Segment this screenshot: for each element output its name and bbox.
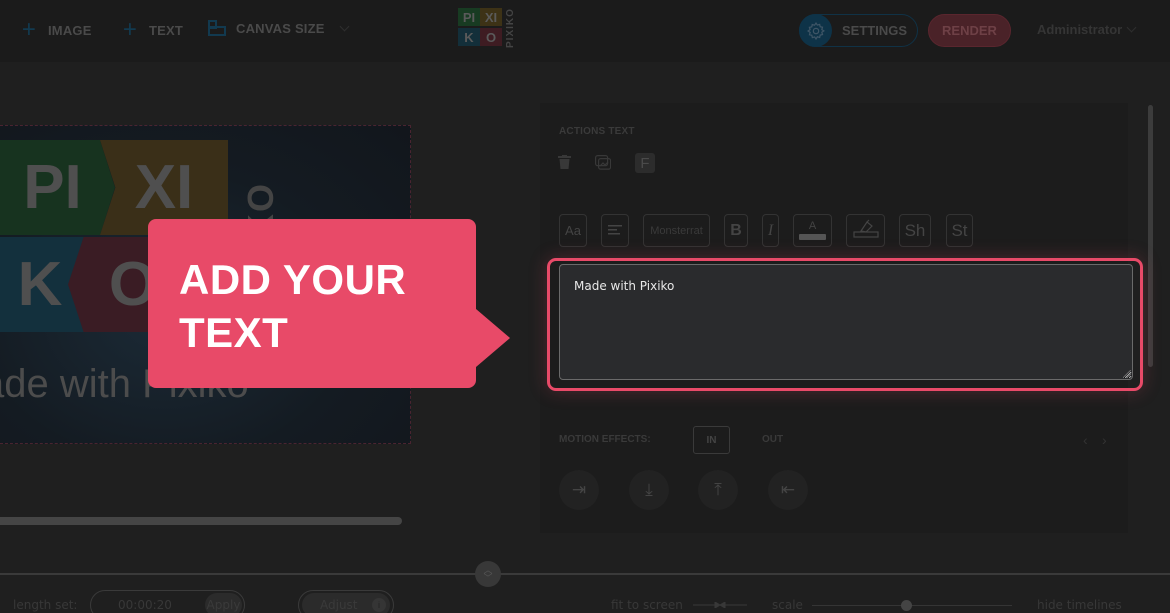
shadow-button[interactable]: Sh (899, 214, 931, 247)
chevron-down-icon (1126, 22, 1137, 33)
callout-line-1: ADD YOUR (179, 256, 407, 303)
scale-slider-track[interactable] (812, 605, 1012, 606)
logo-tile: K (458, 28, 480, 46)
add-text-label: TEXT (149, 22, 184, 38)
hide-timelines-toggle[interactable]: hide timelines (1037, 598, 1122, 612)
font-style-button[interactable]: F (635, 153, 655, 173)
font-size-button[interactable]: Aa (559, 214, 587, 247)
chevron-down-icon (339, 21, 350, 31)
fit-to-screen-label[interactable]: fit to screen (611, 598, 683, 612)
arrow-up-to-bar-icon: ⤒ (714, 480, 722, 499)
copy-image-icon[interactable] (595, 155, 612, 173)
length-input[interactable]: 00:00:20 (118, 598, 172, 612)
arrow-right-to-bar-icon: ⇥ (571, 480, 587, 499)
canvas-size-icon (208, 20, 226, 36)
arrow-down-to-bar-icon: ⤓ (645, 480, 653, 499)
user-name: Administrator (1037, 22, 1123, 37)
text-color-button[interactable]: A (793, 214, 832, 247)
fill-bucket-icon (852, 219, 879, 242)
pixiko-editor: + IMAGE + TEXT CANVAS SIZE PI XI K O PIX… (0, 0, 1170, 613)
scale-slider-thumb[interactable] (900, 600, 912, 611)
add-your-text-callout: ADD YOUR TEXT (148, 219, 510, 388)
effect-slide-right-button[interactable]: ⇥ (559, 470, 599, 510)
gear-icon (799, 14, 832, 47)
horizontal-scrollbar[interactable] (0, 517, 402, 525)
chevron-left-icon[interactable]: ‹ (1083, 432, 1088, 448)
add-text-button[interactable]: + TEXT (121, 16, 184, 43)
logo-tile: PI (458, 8, 480, 26)
arrow-left-to-bar-icon: ⇤ (780, 480, 796, 499)
resize-handle-icon[interactable] (1123, 370, 1131, 378)
logo-side-text: PIXIKO (505, 8, 516, 48)
callout-line-2: TEXT (179, 309, 289, 356)
logo-tile: O (480, 28, 502, 46)
settings-button[interactable]: SETTINGS (799, 14, 918, 47)
stroke-button[interactable]: St (946, 214, 973, 247)
canvas-size-label: CANVAS SIZE (236, 20, 325, 36)
font-family-select[interactable]: Monsterrat (643, 214, 710, 247)
apply-length-button[interactable]: Apply (205, 593, 242, 613)
logo-tile: XI (480, 8, 502, 26)
plus-icon: + (21, 16, 37, 43)
text-content-input[interactable] (559, 264, 1133, 380)
panel-scrollbar[interactable] (1148, 105, 1153, 367)
effect-slide-down-button[interactable]: ⤓ (629, 470, 669, 510)
user-menu[interactable]: Administrator (1037, 22, 1137, 37)
fit-to-screen-icon[interactable] (693, 602, 747, 608)
text-align-button[interactable] (601, 214, 629, 247)
background-fill-button[interactable] (846, 214, 885, 247)
callout-text: ADD YOUR TEXT (179, 253, 406, 359)
chevron-down-icon: ﹀ (483, 573, 493, 583)
pixiko-logo[interactable]: PI XI K O PIXIKO (458, 8, 520, 48)
motion-effects-label: MOTION EFFECTS: (559, 434, 651, 445)
text-color-swatch (799, 234, 826, 240)
actions-text-title: ACTIONS TEXT (559, 126, 635, 137)
length-set-label: length set: (13, 598, 78, 612)
scale-label: scale (772, 598, 803, 612)
timeline-divider[interactable] (0, 573, 1170, 575)
add-image-button[interactable]: + IMAGE (20, 16, 92, 43)
effect-slide-up-button[interactable]: ⤒ (698, 470, 738, 510)
timeline-toggle-handle[interactable]: ︿ ﹀ (475, 561, 501, 587)
render-button[interactable]: RENDER (928, 14, 1011, 47)
italic-button[interactable]: I (762, 214, 779, 247)
text-color-label: A (808, 220, 817, 232)
trash-icon[interactable] (558, 155, 571, 172)
add-image-label: IMAGE (48, 22, 92, 38)
info-icon[interactable]: i (372, 598, 386, 612)
preview-logo-tile: PI (0, 140, 115, 235)
bold-button[interactable]: B (724, 214, 748, 247)
tab-motion-out[interactable]: OUT (762, 434, 783, 445)
tab-motion-in[interactable]: IN (693, 426, 730, 454)
settings-label: SETTINGS (842, 23, 908, 38)
top-bar: + IMAGE + TEXT CANVAS SIZE PI XI K O PIX… (0, 0, 1170, 62)
chevron-right-icon[interactable]: › (1102, 432, 1107, 448)
canvas-size-dropdown[interactable]: CANVAS SIZE (208, 20, 350, 36)
effect-slide-left-button[interactable]: ⇤ (768, 470, 808, 510)
align-left-icon (608, 223, 622, 238)
plus-icon: + (122, 16, 138, 43)
